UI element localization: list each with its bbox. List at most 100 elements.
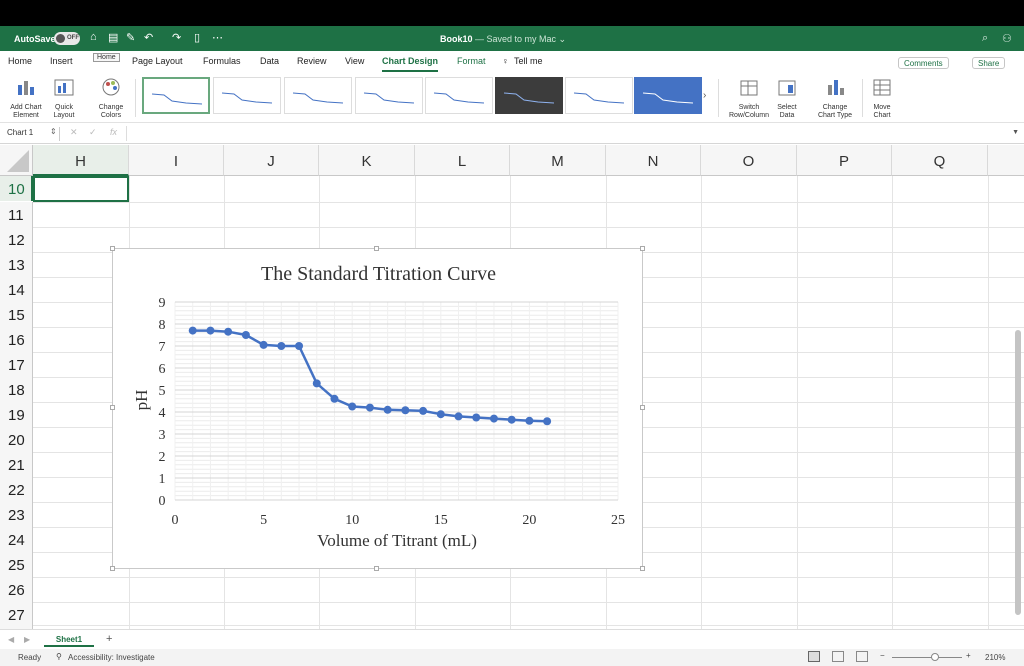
move-chart-button[interactable]: Move Chart [868,77,896,120]
fx-icon[interactable]: fx [110,127,117,137]
resize-handle[interactable] [640,246,645,251]
row-header-14[interactable]: 14 [0,277,33,302]
chart-plot[interactable]: 0 1 2 3 4 5 6 7 8 9 0 5 10 15 20 25 pH Volume of Titra… [113,249,644,570]
save-icon[interactable]: ▤ [108,31,118,44]
chevron-down-icon[interactable]: ▼ [1012,129,1019,136]
column-header-r[interactable] [988,145,1024,176]
zoom-slider[interactable] [892,657,962,658]
chart-style-3[interactable] [284,77,352,114]
column-header-j[interactable]: J [224,145,319,176]
data-point [277,342,286,350]
row-header-16[interactable]: 16 [0,327,33,352]
name-box[interactable]: Chart 1 ⇕ [4,127,60,141]
change-chart-type-button[interactable]: Change Chart Type [814,77,856,120]
search-icon[interactable]: ⌕ [982,32,988,45]
column-header-i[interactable]: I [129,145,224,176]
row-header-25[interactable]: 25 [0,552,33,577]
tab-formulas[interactable]: Formulas [203,56,241,66]
undo-icon[interactable]: ↶ [144,31,153,44]
row-header-12[interactable]: 12 [0,227,33,252]
chevron-right-icon[interactable]: › [703,90,706,101]
tab-view[interactable]: View [345,56,364,66]
resize-handle[interactable] [640,566,645,571]
home-icon[interactable]: ⌂ [90,31,97,43]
row-header-26[interactable]: 26 [0,577,33,602]
column-header-h[interactable]: H [33,145,129,176]
row-header-10[interactable]: 10 [0,176,33,201]
tab-chart-design[interactable]: Chart Design [382,56,439,72]
file-icon[interactable]: ▯ [194,31,200,44]
tab-tell-me[interactable]: Tell me [514,56,543,66]
person-icon[interactable]: ⚇ [1002,32,1012,45]
select-data-button[interactable]: Select Data [774,77,800,120]
row-header-19[interactable]: 19 [0,402,33,427]
row-header-24[interactable]: 24 [0,527,33,552]
row-header-15[interactable]: 15 [0,302,33,327]
row-header-23[interactable]: 23 [0,502,33,527]
tab-format[interactable]: Format [457,56,486,66]
redo-icon[interactable]: ↷ [172,31,181,44]
add-sheet-button[interactable]: + [106,633,112,645]
chart-style-1[interactable] [142,77,210,114]
column-header-m[interactable]: M [510,145,606,176]
accessibility-status[interactable]: Accessibility: Investigate [68,653,155,662]
select-all-corner[interactable] [0,145,33,176]
page-layout-view-icon[interactable] [832,651,844,662]
autosave-toggle[interactable]: OFF [54,32,80,45]
chart-style-8[interactable] [634,77,702,114]
column-line [701,176,702,629]
row-header-18[interactable]: 18 [0,377,33,402]
resize-handle[interactable] [374,566,379,571]
cancel-icon[interactable]: ✕ [70,127,78,138]
resize-handle[interactable] [374,246,379,251]
column-header-k[interactable]: K [319,145,415,176]
tab-page-layout[interactable]: Page Layout [132,56,183,66]
row-header-22[interactable]: 22 [0,477,33,502]
resize-handle[interactable] [110,566,115,571]
row-header-27[interactable]: 27 [0,602,33,627]
zoom-slider-thumb[interactable] [931,653,939,661]
chart-style-7[interactable] [565,77,633,114]
tab-review[interactable]: Review [297,56,327,66]
chart-style-2[interactable] [213,77,281,114]
page-break-view-icon[interactable] [856,651,868,662]
row-header-11[interactable]: 11 [0,202,33,227]
row-header-21[interactable]: 21 [0,452,33,477]
row-header-17[interactable]: 17 [0,352,33,377]
zoom-out-icon[interactable]: − [880,651,885,660]
tab-insert[interactable]: Insert [50,56,73,66]
sheet-tab-sheet1[interactable]: Sheet1 [44,630,94,647]
add-chart-element-button[interactable]: Add Chart Element [6,77,46,120]
tab-data[interactable]: Data [260,56,279,66]
active-cell-h10[interactable] [33,176,129,202]
column-header-n[interactable]: N [606,145,701,176]
stepper-icon[interactable]: ⇕ [50,127,57,136]
column-header-l[interactable]: L [415,145,510,176]
column-header-o[interactable]: O [701,145,797,176]
column-header-p[interactable]: P [797,145,892,176]
chart-style-4[interactable] [355,77,423,114]
resize-handle[interactable] [110,246,115,251]
resize-handle[interactable] [110,405,115,410]
switch-row-column-button[interactable]: Switch Row/Column [726,77,772,120]
column-header-q[interactable]: Q [892,145,988,176]
resize-handle[interactable] [640,405,645,410]
zoom-in-icon[interactable]: + [966,651,971,660]
quick-layout-button[interactable]: Quick Layout [48,77,80,120]
next-sheet-icon[interactable]: ▶ [24,635,30,644]
confirm-icon[interactable]: ✓ [89,127,97,138]
titration-chart[interactable]: The Standard Titration Curve 0123456789 … [112,248,643,569]
vertical-scrollbar[interactable] [1015,330,1021,615]
row-header-20[interactable]: 20 [0,427,33,452]
tab-home[interactable]: Home [8,56,32,66]
comments-button[interactable]: Comments [898,57,949,69]
chart-style-6[interactable] [495,77,563,114]
share-button[interactable]: Share [972,57,1006,69]
normal-view-icon[interactable] [808,651,820,662]
row-header-13[interactable]: 13 [0,252,33,277]
prev-sheet-icon[interactable]: ◀ [8,635,14,644]
chart-style-5[interactable] [425,77,493,114]
change-colors-button[interactable]: Change Colors [94,77,128,120]
more-icon[interactable]: ⋯ [212,31,223,44]
edit-icon[interactable]: ✎ [126,31,135,44]
